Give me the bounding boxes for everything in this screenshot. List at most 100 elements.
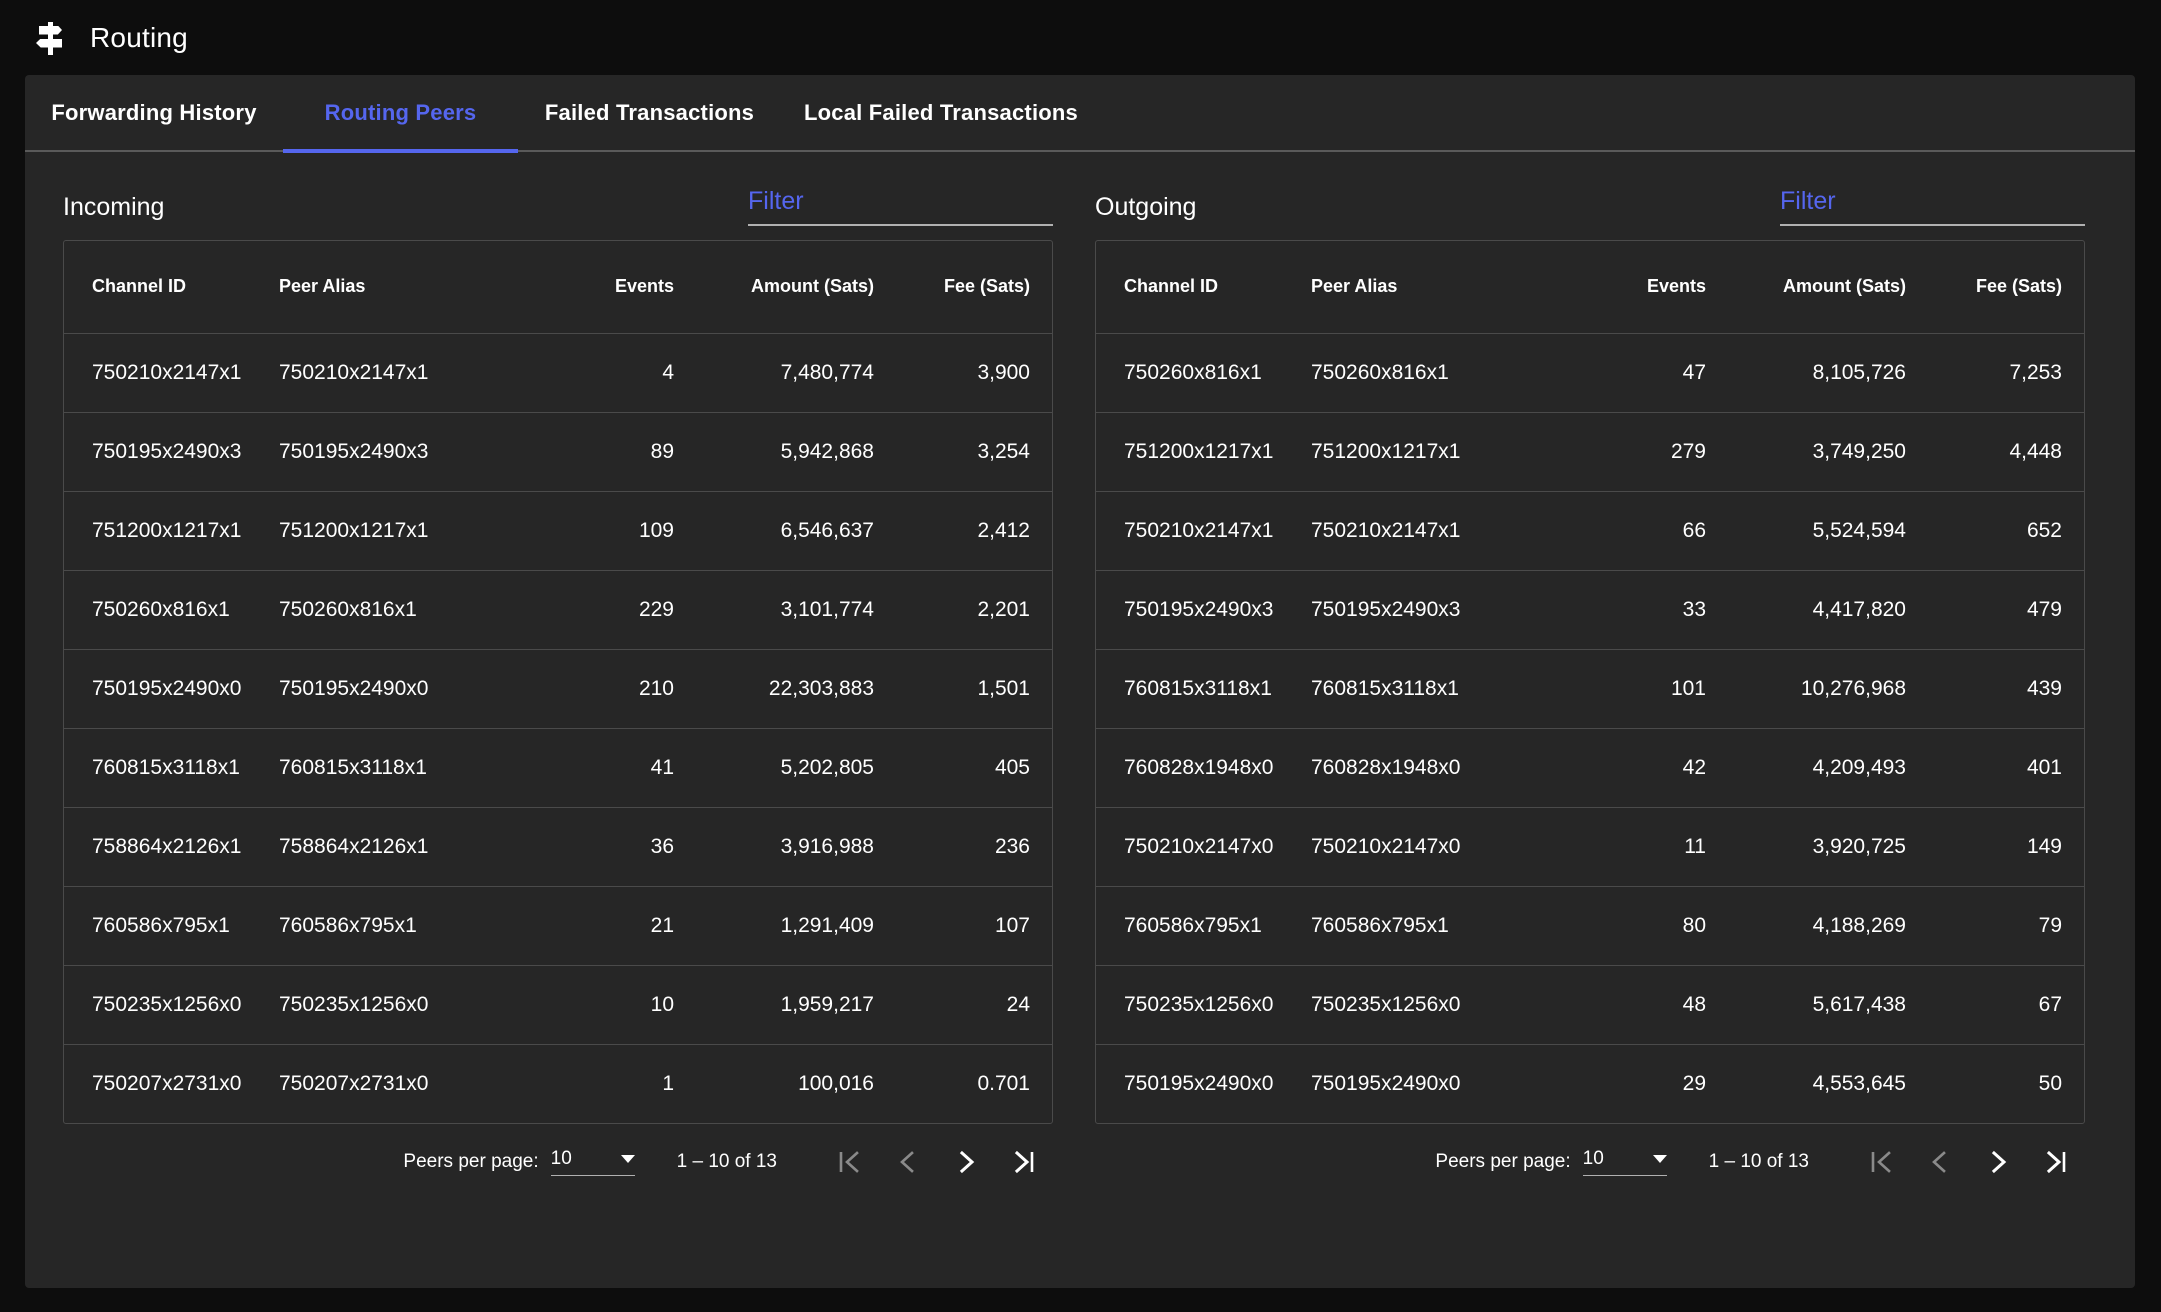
table-row[interactable]: 760828x1948x0 760828x1948x0 42 4,209,493 401 [1096,728,2084,808]
table-row[interactable]: 750210x2147x0 750210x2147x0 11 3,920,725 149 [1096,807,2084,887]
col-header-peer-alias[interactable]: Peer Alias [279,241,524,334]
cell-amount: 1,291,409 [674,886,874,966]
table-row[interactable]: 750207x2731x0 750207x2731x0 1 100,016 0.701 [64,1044,1052,1123]
cell-fee: 1,501 [874,649,1052,729]
cell-peer-alias: 750195x2490x3 [1311,570,1556,650]
cell-channel-id: 750260x816x1 [1096,333,1311,413]
signpost-icon [30,18,70,58]
chevron-left-icon [1932,1151,1946,1173]
table-row[interactable]: 750235x1256x0 750235x1256x0 10 1,959,217 24 [64,965,1052,1045]
outgoing-paginator: Peers per page: 10 1 – 10 of 13 [1095,1124,2085,1200]
incoming-panel-header: Incoming [63,152,1053,226]
incoming-table-container: Channel ID Peer Alias Events Amount (Sat… [63,240,1053,1124]
table-row[interactable]: 750235x1256x0 750235x1256x0 48 5,617,438 67 [1096,965,2084,1045]
outgoing-range-label: 1 – 10 of 13 [1708,1151,1809,1172]
outgoing-last-page-button[interactable] [2027,1137,2085,1187]
chevron-right-icon [959,1150,975,1174]
outgoing-filter-input[interactable] [1780,187,2085,224]
table-row[interactable]: 758864x2126x1 758864x2126x1 36 3,916,988 236 [64,807,1052,887]
tab-label: Failed Transactions [544,99,755,125]
table-row[interactable]: 760586x795x1 760586x795x1 21 1,291,409 107 [64,886,1052,966]
incoming-panel: Incoming Channel ID Peer Alias [63,152,1053,1200]
col-header-amount[interactable]: Amount (Sats) [674,241,874,334]
cell-amount: 3,916,988 [674,807,874,887]
cell-fee: 2,201 [874,570,1052,650]
col-header-events[interactable]: Events [524,241,674,334]
cell-channel-id: 750210x2147x1 [64,333,279,413]
outgoing-previous-page-button[interactable] [1911,1137,1969,1187]
cell-channel-id: 750210x2147x0 [1096,807,1311,887]
cell-amount: 7,480,774 [674,333,874,413]
app-header: Routing [0,0,2161,75]
outgoing-page-size-select[interactable]: 10 [1582,1148,1667,1176]
incoming-next-page-button[interactable] [937,1137,995,1187]
cell-amount: 5,524,594 [1706,491,1906,571]
table-row[interactable]: 750195x2490x0 750195x2490x0 210 22,303,883 1… [64,649,1052,729]
incoming-range-label: 1 – 10 of 13 [676,1151,777,1172]
cell-amount: 5,942,868 [674,412,874,492]
cell-amount: 10,276,968 [1706,649,1906,729]
incoming-table-body: 750210x2147x1 750210x2147x1 4 7,480,774 3,90… [64,333,1052,1123]
cell-fee: 405 [874,728,1052,808]
incoming-previous-page-button[interactable] [879,1137,937,1187]
outgoing-panel-header: Outgoing [1095,152,2085,226]
cell-channel-id: 750260x816x1 [64,570,279,650]
cell-peer-alias: 750195x2490x3 [279,412,524,492]
table-row[interactable]: 750210x2147x1 750210x2147x1 4 7,480,774 3,90… [64,333,1052,413]
col-header-events[interactable]: Events [1556,241,1706,334]
table-header-row: Channel ID Peer Alias Events Amount (Sat… [1096,241,2084,334]
col-header-amount[interactable]: Amount (Sats) [1706,241,1906,334]
incoming-table: Channel ID Peer Alias Events Amount (Sat… [64,241,1052,1123]
tab-forwarding-history[interactable]: Forwarding History [25,74,283,151]
chevron-right-icon [1991,1150,2007,1174]
table-row[interactable]: 750260x816x1 750260x816x1 229 3,101,774 2,20… [64,570,1052,650]
tab-label: Forwarding History [51,99,257,125]
cell-fee: 50 [2038,1071,2062,1095]
outgoing-next-page-button[interactable] [1969,1137,2027,1187]
table-row[interactable]: 751200x1217x1 751200x1217x1 279 3,749,250 4,… [1096,412,2084,492]
table-row[interactable]: 751200x1217x1 751200x1217x1 109 6,546,637 2,… [64,491,1052,571]
cell-channel-id: 760815x3118x1 [1096,649,1311,729]
col-header-fee[interactable]: Fee (Sats) [874,241,1052,334]
table-row[interactable]: 760815x3118x1 760815x3118x1 41 5,202,805 405 [64,728,1052,808]
cell-events: 10 [524,965,674,1045]
cell-fee: 3,900 [874,333,1052,413]
incoming-page-size-select[interactable]: 10 [550,1148,635,1176]
cell-events: 109 [524,491,674,571]
chevron-down-icon [620,1155,635,1163]
last-page-icon [1014,1150,1034,1174]
tab-routing-peers[interactable]: Routing Peers [283,74,518,153]
cell-amount: 4,553,645 [1812,1071,1906,1095]
col-header-fee[interactable]: Fee (Sats) [1906,241,2084,334]
cell-peer-alias: 750210x2147x0 [1311,807,1556,887]
incoming-last-page-button[interactable] [995,1137,1053,1187]
cell-channel-id: 750195x2490x3 [64,412,279,492]
table-row[interactable]: 750195x2490x3 750195x2490x3 89 5,942,868 3,2… [64,412,1052,492]
outgoing-table-body: 750260x816x1 750260x816x1 47 8,105,726 7,253… [1096,333,2084,1123]
incoming-first-page-button[interactable] [821,1137,879,1187]
col-header-channel-id[interactable]: Channel ID [64,241,279,334]
table-row[interactable]: 750260x816x1 750260x816x1 47 8,105,726 7,253 [1096,333,2084,413]
cell-amount: 3,920,725 [1706,807,1906,887]
incoming-filter-input[interactable] [748,187,1053,224]
col-header-channel-id[interactable]: Channel ID [1096,241,1311,334]
cell-peer-alias: 750235x1256x0 [1311,965,1556,1045]
outgoing-first-page-button[interactable] [1853,1137,1911,1187]
cell-peer-alias: 760586x795x1 [279,886,524,966]
table-row[interactable]: 750210x2147x1 750210x2147x1 66 5,524,594 652 [1096,491,2084,571]
cell-amount: 8,105,726 [1706,333,1906,413]
page-title: Routing [90,21,188,53]
cell-events: 29 [1682,1071,1706,1095]
col-header-peer-alias[interactable]: Peer Alias [1311,241,1556,334]
cell-fee: 149 [1906,807,2084,887]
table-row[interactable]: 750195x2490x3 750195x2490x3 33 4,417,820 479 [1096,570,2084,650]
cell-fee: 479 [1906,570,2084,650]
tab-failed-transactions[interactable]: Failed Transactions [518,74,781,151]
incoming-label: Incoming [63,193,165,221]
table-row[interactable]: 760815x3118x1 760815x3118x1 101 10,276,968 4… [1096,649,2084,729]
routing-card: Forwarding History Routing Peers Failed … [25,75,2135,1288]
tab-local-failed-transactions[interactable]: Local Failed Transactions [781,74,1101,151]
incoming-page-size-value: 10 [550,1148,572,1169]
table-row[interactable]: 750195x2490x0 750195x2490x0 29 4,553,645 50 [1096,1044,2084,1123]
table-row[interactable]: 760586x795x1 760586x795x1 80 4,188,269 79 [1096,886,2084,966]
